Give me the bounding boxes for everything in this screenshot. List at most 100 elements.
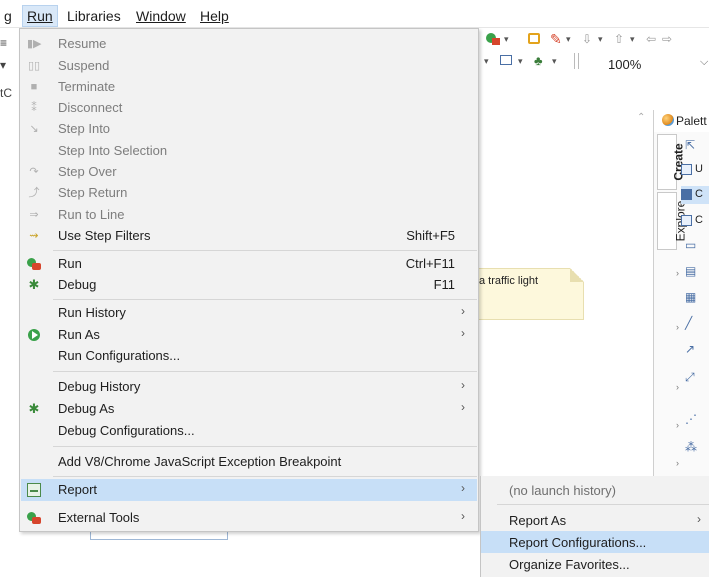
toolbar-separator xyxy=(578,53,579,69)
submenu-item-organize-favorites[interactable]: Organize Favorites... xyxy=(481,553,709,575)
expand-icon[interactable]: › xyxy=(676,420,679,430)
menu-item-label: External Tools xyxy=(58,510,140,525)
menu-item-use-step-filters[interactable]: ⇝ Use Step Filters Shift+F5 xyxy=(21,225,477,247)
menu-item-label: Run As xyxy=(58,327,100,342)
tab-explore[interactable]: Explore xyxy=(657,192,687,250)
submenu-arrow-icon: › xyxy=(461,509,465,523)
palette-item-label: C xyxy=(695,188,703,200)
menu-item-terminate[interactable]: ■ Terminate xyxy=(21,76,477,98)
report-icon xyxy=(27,483,41,497)
menu-item-debug-history[interactable]: Debug History › xyxy=(21,376,477,398)
menu-item-run-as[interactable]: Run As › xyxy=(21,324,477,346)
menu-item-debug-configurations[interactable]: Debug Configurations... xyxy=(21,420,477,442)
forward-icon[interactable]: ⇨ xyxy=(662,32,676,46)
tree-icon[interactable]: ♣ xyxy=(534,53,548,68)
interface-icon[interactable]: ▤ xyxy=(685,264,696,278)
menu-item-label: Disconnect xyxy=(58,100,123,115)
select-tool-icon[interactable]: ⇱ xyxy=(685,138,695,152)
dropdown-arrow-icon[interactable]: ▾ xyxy=(504,34,518,48)
resume-icon: ▮▶ xyxy=(27,38,42,50)
menu-help-label: Help xyxy=(200,8,229,24)
palette-icon xyxy=(662,114,674,126)
note-text: a traffic light xyxy=(479,275,539,287)
suspend-icon: ▯▯ xyxy=(27,60,41,72)
diagram-note[interactable]: a traffic light xyxy=(474,268,584,320)
scroll-up-icon[interactable]: ⌃ xyxy=(637,112,645,123)
submenu-item-report-as[interactable]: Report As › xyxy=(481,509,709,531)
tab-create[interactable]: Create xyxy=(657,134,686,190)
pencil-icon[interactable]: ✎ xyxy=(550,31,564,47)
submenu-item-no-launch-history[interactable]: (no launch history) xyxy=(481,479,709,501)
table-icon[interactable]: ▦ xyxy=(685,290,696,304)
menu-window-label: Window xyxy=(136,8,186,24)
toolbar-separator xyxy=(574,53,575,69)
class-icon xyxy=(681,164,692,175)
line-icon[interactable]: ╱ xyxy=(685,316,692,330)
menu-item-resume[interactable]: ▮▶ Resume xyxy=(21,33,477,55)
menu-item-label: Add V8/Chrome JavaScript Exception Break… xyxy=(58,454,342,469)
palette-header: Palett xyxy=(653,110,709,132)
expand-icon[interactable]: › xyxy=(676,268,679,278)
back-icon[interactable]: ⇦ xyxy=(646,32,660,46)
menu-item-run-history[interactable]: Run History › xyxy=(21,302,477,324)
run-as-icon xyxy=(27,328,41,342)
layout-icon[interactable] xyxy=(500,55,512,65)
dependency-icon[interactable]: ↗ xyxy=(685,342,695,356)
debug-icon: ✱ xyxy=(28,277,40,292)
menu-bar: g Run Libraries Window Help xyxy=(0,0,709,28)
expand-icon[interactable]: › xyxy=(676,322,679,332)
zoom-dropdown-icon[interactable]: ⌵ xyxy=(700,56,708,69)
menu-item-label: Debug xyxy=(58,277,97,292)
menu-item-report[interactable]: Report › xyxy=(21,479,477,501)
run-as-play xyxy=(28,329,40,341)
submenu-item-label: (no launch history) xyxy=(509,483,616,498)
submenu-arrow-icon: › xyxy=(461,378,465,392)
menu-item-debug[interactable]: ✱ Debug F11 xyxy=(21,274,477,296)
dropdown-arrow-icon[interactable]: ▾ xyxy=(630,34,644,48)
menu-item-suspend[interactable]: ▯▯ Suspend xyxy=(21,55,477,77)
menu-help[interactable]: Help xyxy=(200,8,229,24)
dropdown-arrow-icon[interactable]: ▾ xyxy=(598,34,612,48)
menu-item-label: Resume xyxy=(58,36,107,51)
submenu-item-report-configurations[interactable]: Report Configurations... xyxy=(481,531,709,553)
dropdown-arrow-icon[interactable]: ▾ xyxy=(518,56,532,70)
menu-item-run-configurations[interactable]: Run Configurations... xyxy=(21,345,477,367)
submenu-arrow-icon: › xyxy=(461,326,465,340)
menu-item-step-over[interactable]: ↷ Step Over xyxy=(21,161,477,183)
zoom-level[interactable]: 100% xyxy=(608,57,641,72)
submenu-arrow-icon: › xyxy=(461,304,465,318)
association-icon[interactable]: ⤢ xyxy=(685,370,695,385)
menu-run[interactable]: Run xyxy=(22,5,58,27)
palette-item-c-selected[interactable]: C xyxy=(681,186,709,204)
palette-item-c[interactable]: C xyxy=(681,212,709,230)
menu-item-label: Run Configurations... xyxy=(58,348,181,363)
menu-item-disconnect[interactable]: ⁑ Disconnect xyxy=(21,97,477,119)
package-icon[interactable]: ▭ xyxy=(685,238,696,252)
expand-icon[interactable]: › xyxy=(676,382,679,392)
component-icon xyxy=(681,215,692,226)
menu-item-external-tools[interactable]: External Tools › xyxy=(21,507,477,529)
palette-item-u[interactable]: U xyxy=(681,161,709,179)
menu-item-step-into[interactable]: ↘ Step Into xyxy=(21,118,477,140)
open-folder-icon[interactable] xyxy=(528,33,540,44)
dropdown-arrow-icon[interactable]: ▾ xyxy=(552,56,566,70)
link-icon[interactable]: ⁂ xyxy=(685,440,697,454)
menu-item-debug-as[interactable]: ✱ Debug As › xyxy=(21,398,477,420)
editor-tab-fragment[interactable]: tC xyxy=(0,86,12,100)
menu-libraries[interactable]: Libraries xyxy=(67,8,121,24)
connector-icon[interactable]: ⋰ xyxy=(685,412,697,426)
menu-item-run[interactable]: Run Ctrl+F11 xyxy=(21,253,477,275)
menu-item-run-to-line[interactable]: ⇒ Run to Line xyxy=(21,204,477,226)
annotation-next-icon[interactable]: ⇩ xyxy=(582,32,596,46)
menu-item-add-v8-exception-breakpoint[interactable]: Add V8/Chrome JavaScript Exception Break… xyxy=(21,451,477,473)
menu-item-step-into-selection[interactable]: Step Into Selection xyxy=(21,140,477,162)
menu-item-truncated[interactable]: g xyxy=(4,8,12,24)
menu-item-step-return[interactable]: ⤴ Step Return xyxy=(21,182,477,204)
submenu-arrow-icon: › xyxy=(697,512,701,526)
palette-item-label: C xyxy=(695,214,703,226)
annotation-prev-icon[interactable]: ⇧ xyxy=(614,32,628,46)
dropdown-arrow-icon[interactable]: ▾ xyxy=(484,56,498,70)
dropdown-arrow-icon[interactable]: ▾ xyxy=(566,34,580,48)
expand-icon[interactable]: › xyxy=(676,458,679,468)
menu-window[interactable]: Window xyxy=(136,8,186,24)
